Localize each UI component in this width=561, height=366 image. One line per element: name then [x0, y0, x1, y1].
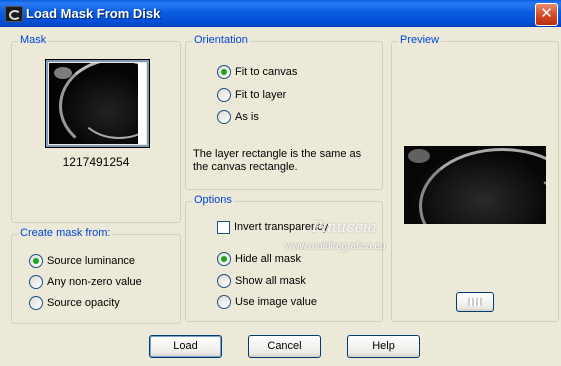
radio-indicator	[217, 295, 231, 309]
radio-as-is[interactable]: As is	[217, 109, 259, 125]
mask-thumbnail[interactable]	[45, 59, 150, 148]
app-icon	[5, 6, 23, 22]
radio-indicator	[217, 110, 231, 124]
options-group-label: Options	[192, 194, 234, 206]
radio-label: Source opacity	[47, 297, 120, 309]
window-title: Load Mask From Disk	[26, 6, 161, 21]
mask-group: Mask 1217491254	[11, 34, 181, 223]
radio-any-nonzero[interactable]: Any non-zero value	[29, 274, 142, 290]
preview-image	[404, 146, 546, 224]
radio-source-opacity[interactable]: Source opacity	[29, 295, 120, 311]
cancel-button[interactable]: Cancel	[248, 335, 321, 358]
radio-label: As is	[235, 111, 259, 123]
radio-fit-to-layer[interactable]: Fit to layer	[217, 87, 286, 103]
radio-label: Hide all mask	[235, 253, 302, 265]
radio-indicator	[29, 296, 43, 310]
close-button[interactable]: ✕	[535, 3, 558, 26]
radio-indicator	[29, 254, 43, 268]
orientation-group-label: Orientation	[192, 34, 250, 46]
watermark-name: Pinuccia	[312, 218, 377, 236]
radio-hide-all-mask[interactable]: Hide all mask	[217, 251, 301, 267]
radio-indicator	[217, 65, 231, 79]
radio-label: Use image value	[235, 296, 317, 308]
mask-glow	[54, 67, 72, 79]
radio-indicator	[217, 88, 231, 102]
create-mask-group: Create mask from: Source luminance Any n…	[11, 227, 181, 324]
radio-indicator	[217, 252, 231, 266]
preview-navigate-button[interactable]	[456, 292, 494, 312]
title-bar: Load Mask From Disk ✕	[0, 0, 561, 27]
load-button[interactable]: Load	[149, 335, 222, 358]
mask-file-name: 1217491254	[62, 155, 130, 169]
watermark-site: www.maidiregrafica.eu	[285, 241, 386, 252]
create-mask-group-label: Create mask from:	[18, 227, 113, 239]
preview-group: Preview	[391, 34, 559, 322]
radio-show-all-mask[interactable]: Show all mask	[217, 273, 306, 289]
preview-glow	[408, 149, 430, 163]
radio-label: Any non-zero value	[47, 276, 142, 288]
help-button[interactable]: Help	[347, 335, 420, 358]
radio-fit-to-canvas[interactable]: Fit to canvas	[217, 64, 297, 80]
radio-use-image-value[interactable]: Use image value	[217, 294, 317, 310]
checkbox-indicator	[217, 220, 230, 234]
radio-source-luminance[interactable]: Source luminance	[29, 253, 135, 269]
mask-edge	[138, 63, 146, 144]
navigate-icon	[468, 298, 482, 306]
mask-thumbnail-image	[49, 63, 146, 144]
mask-group-label: Mask	[18, 34, 49, 46]
radio-label: Fit to layer	[235, 89, 287, 101]
radio-indicator	[29, 275, 43, 289]
radio-label: Show all mask	[235, 275, 306, 287]
orientation-description: The layer rectangle is the same as the c…	[193, 148, 362, 173]
radio-label: Fit to canvas	[235, 66, 298, 78]
radio-indicator	[217, 274, 231, 288]
radio-label: Source luminance	[47, 255, 136, 267]
preview-group-label: Preview	[398, 34, 442, 46]
orientation-group: Orientation Fit to canvas Fit to layer A…	[185, 34, 383, 190]
